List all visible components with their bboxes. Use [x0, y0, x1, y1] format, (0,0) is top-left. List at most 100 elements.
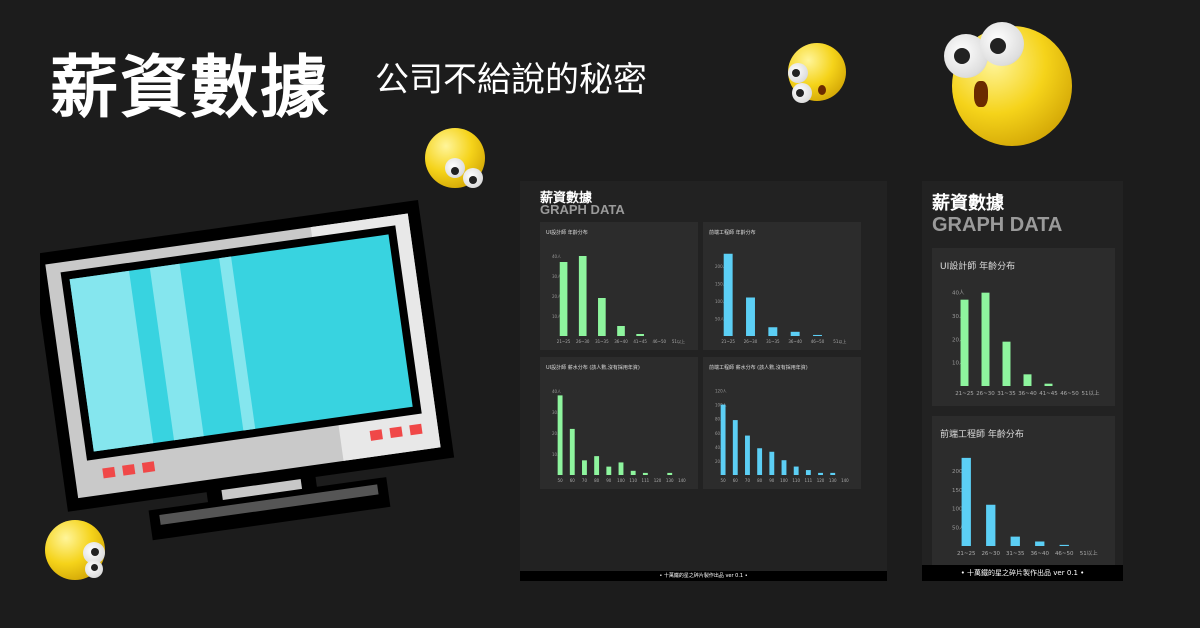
bar	[582, 460, 587, 475]
x-tick-label: 21~25	[557, 339, 571, 344]
x-tick-label: 111	[642, 478, 650, 483]
x-tick-label: 46~50	[1060, 391, 1079, 397]
bar	[757, 448, 763, 475]
bar	[1010, 536, 1020, 546]
bar	[986, 504, 996, 546]
x-tick-label: 100	[780, 478, 788, 483]
chart-title: 前端工程師 薪水分布 (該人數,沒有採用年資)	[709, 365, 808, 371]
x-tick-label: 100	[617, 478, 625, 483]
monitor-illustration	[40, 199, 455, 541]
x-tick-label: 51以上	[1082, 389, 1100, 397]
chart-card: 10人 20人 30人 40人 21~25 26~30 31~35 36~40 41~45 46~…	[932, 248, 1115, 406]
chart-card: 50人 100人 150人 200人 21~25 26~30 31~35 36~40 46~50…	[932, 416, 1115, 566]
x-tick-label: 140	[841, 478, 849, 483]
bar	[768, 327, 778, 336]
bar	[960, 299, 969, 386]
y-tick-label: 40人	[552, 254, 561, 259]
x-tick-label: 46~50	[1055, 551, 1074, 557]
bar	[732, 420, 738, 475]
x-tick-label: 36~40	[788, 339, 802, 344]
x-tick-label: 60	[733, 478, 739, 483]
x-tick-label: 130	[829, 478, 837, 483]
bar-chart: 50人100人150人200人21~25 26~30 31~35 36~40 46~50…	[715, 253, 846, 344]
surprised-emoji-icon	[425, 128, 485, 188]
x-tick-label: 21~25	[955, 391, 974, 397]
mobile-preview-panel: 薪資數據 GRAPH DATA 10人 20人 30人 40人 21~25 26~30 31…	[922, 181, 1123, 581]
x-tick-label: 51以上	[1080, 549, 1098, 557]
x-tick-label: 140	[678, 478, 686, 483]
panel-title: 薪資數據	[932, 193, 1004, 214]
x-tick-label: 21~25	[721, 339, 735, 344]
bar	[606, 466, 612, 475]
x-tick-label: 80	[757, 478, 763, 483]
bar	[790, 331, 800, 336]
bar	[1044, 383, 1053, 386]
chart-title: UI設計師 薪水分布 (該人數,沒有採用年資)	[546, 365, 640, 371]
x-tick-label: 70	[582, 478, 588, 483]
x-tick-label: 120	[817, 478, 825, 483]
x-tick-label: 26~30	[576, 339, 590, 344]
bar	[618, 462, 624, 475]
bar	[1023, 374, 1032, 386]
chart-title: 前端工程師 年齡分布	[940, 430, 1024, 440]
x-tick-label: 51以上	[833, 338, 846, 344]
x-tick-label: 46~50	[653, 339, 667, 344]
x-tick-label: 46~50	[811, 339, 825, 344]
bar	[830, 472, 836, 475]
bar	[793, 466, 799, 475]
bar	[981, 292, 990, 386]
x-tick-label: 41~45	[633, 339, 647, 344]
bar	[667, 472, 673, 475]
panel-footer: • 十萬鐵的星之碎片製作出品 ver 0.1 •	[520, 571, 887, 581]
x-tick-label: 31~35	[997, 391, 1016, 397]
chart-title: UI設計師 年齡分布	[546, 230, 588, 236]
x-tick-label: 31~35	[1006, 551, 1025, 557]
x-tick-label: 120	[654, 478, 662, 483]
bar-chart: 10人 20人 30人 40人 21~25 26~30 31~35 36~40 41~45 46~…	[552, 254, 685, 344]
x-tick-label: 51以上	[672, 338, 685, 344]
bar	[636, 334, 644, 336]
chart-card: 50人 100人 150人 200人 21~25 26~30 31~35 36~40 46~50…	[703, 222, 861, 350]
bar	[769, 451, 775, 475]
chart-title: UI設計師 年齡分布	[940, 262, 1016, 272]
y-tick-label: 120人	[715, 389, 727, 394]
chart-card: 10人 20人 30人 40人 50 60 70 80 90 100 110 111 120 130 140…	[540, 357, 698, 489]
page-title: 薪資數據	[50, 49, 331, 128]
bar	[594, 456, 600, 475]
chart-card: 20人40人60人80人100人120人50607080901001101111…	[703, 357, 861, 489]
x-tick-label: 111	[805, 478, 813, 483]
bar	[617, 326, 625, 336]
panel-subtitle: GRAPH DATA	[540, 202, 625, 217]
y-tick-label: 20人	[552, 294, 561, 299]
x-tick-label: 21~25	[957, 551, 976, 557]
bar	[805, 470, 811, 475]
page-subtitle: 公司不給說的秘密	[375, 60, 647, 100]
bar	[813, 334, 822, 336]
y-tick-label: 50人	[715, 317, 724, 322]
x-tick-label: 90	[769, 478, 775, 483]
bar-chart: 10人20人30人40人50 60 70 80 90 100 110 111 120 130 140	[552, 389, 686, 483]
y-tick-label: 30人	[552, 274, 561, 279]
bar	[745, 435, 750, 475]
chart-card: 10人 20人 30人 40人 21~25 26~30 31~35 36~40 41~45 46~…	[540, 222, 698, 350]
y-tick-label: 40人	[552, 389, 561, 394]
bar	[642, 472, 648, 475]
x-tick-label: 36~40	[1018, 391, 1037, 397]
bar	[559, 262, 568, 336]
bar	[578, 256, 587, 336]
bar	[961, 457, 971, 546]
bar	[746, 297, 755, 336]
x-tick-label: 31~35	[595, 339, 609, 344]
bar	[1002, 341, 1011, 386]
x-tick-label: 26~30	[744, 339, 758, 344]
x-tick-label: 36~40	[1030, 551, 1049, 557]
bar	[569, 428, 575, 475]
panel-footer: • 十萬鐵的星之碎片製作出品 ver 0.1 •	[922, 565, 1123, 581]
x-tick-label: 80	[594, 478, 600, 483]
bar	[630, 470, 636, 475]
bar	[781, 460, 787, 475]
panel-subtitle: GRAPH DATA	[932, 214, 1063, 236]
x-tick-label: 70	[745, 478, 751, 483]
bar	[1035, 541, 1045, 546]
bar	[723, 253, 733, 336]
